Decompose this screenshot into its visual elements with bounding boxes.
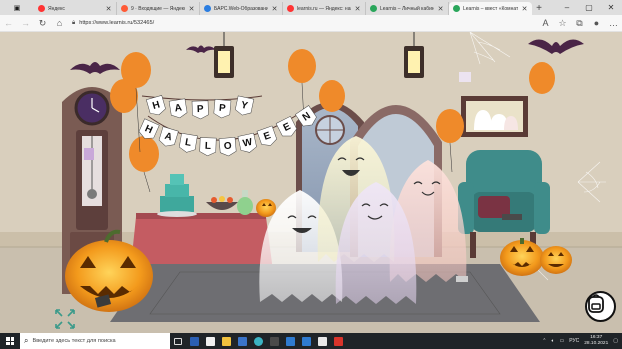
banner-letter: P: [218, 103, 226, 115]
close-tab-icon[interactable]: ✕: [105, 5, 112, 13]
banner-letter: O: [223, 141, 232, 153]
collections-icon[interactable]: ⧉: [571, 15, 588, 32]
task-view-icon[interactable]: [170, 333, 186, 349]
banner-letter: P: [197, 104, 204, 115]
backpack-icon: [588, 294, 604, 313]
system-tray: ⌃ 🔈︎ ▭ РУС 16:37 28.10.2021 ▢: [542, 335, 622, 347]
close-window-button[interactable]: ✕: [600, 0, 622, 15]
address-url[interactable]: https://www.learnis.ru/532465/: [79, 20, 154, 26]
calculator-icon[interactable]: [266, 333, 282, 349]
photos-icon[interactable]: [234, 333, 250, 349]
close-tab-icon[interactable]: ✕: [271, 5, 278, 13]
volume-icon[interactable]: 🔈︎: [551, 338, 554, 344]
new-tab-button[interactable]: +: [532, 2, 546, 15]
tab-favicon-icon: [121, 5, 128, 12]
browser-tab[interactable]: 9 · Входящие — Яндекс.Почта✕: [117, 2, 200, 15]
settings-menu-icon[interactable]: …: [605, 15, 622, 32]
tab-favicon-icon: [38, 5, 45, 12]
store-icon[interactable]: [202, 333, 218, 349]
tab-favicon-icon: [453, 5, 460, 12]
browser-tab[interactable]: Learnis – Личный кабинет ✕: [366, 2, 449, 15]
close-tab-icon[interactable]: ✕: [188, 5, 195, 13]
tab-title: БАРС.Web-Образование: [214, 5, 268, 12]
taskbar-search[interactable]: ⌕ Введите здесь текст для поиска: [20, 333, 170, 349]
close-tab-icon[interactable]: ✕: [521, 5, 528, 13]
tab-favicon-icon: [204, 5, 211, 12]
calendar-icon[interactable]: [298, 333, 314, 349]
tab-title: 9 · Входящие — Яндекс.Почта: [131, 5, 185, 12]
back-icon[interactable]: ←: [0, 15, 17, 32]
browser-tab[interactable]: learnis.ru — Яндекс: нашлось✕: [283, 2, 366, 15]
tab-title: Learnis – Личный кабинет: [380, 5, 434, 12]
inventory-button[interactable]: [585, 291, 616, 322]
edge-browser-icon[interactable]: [250, 333, 266, 349]
clock-date: 28.10.2021: [584, 341, 609, 346]
ghost-picture-frame[interactable]: [461, 96, 528, 137]
browser-tab[interactable]: Яндекс ✕: [34, 2, 117, 15]
search-icon: ⌕: [24, 336, 29, 345]
reload-icon[interactable]: ↻: [34, 15, 51, 32]
tab-list: Яндекс✕9 · Входящие — Яндекс.Почта✕БАРС.…: [34, 2, 532, 15]
home-icon[interactable]: ⌂: [51, 15, 68, 32]
tab-favicon-icon: [370, 5, 377, 12]
tab-title: learnis.ru — Яндекс: нашлось: [297, 5, 351, 12]
tab-title: Learnis – квест «Комната Хэллоуина»: [463, 5, 518, 12]
profile-icon[interactable]: ●: [588, 15, 605, 32]
tab-title: Яндекс: [48, 5, 65, 12]
lock-icon: 🔒︎: [72, 19, 76, 26]
browser-toolbar: ← → ↻ ⌂ 🔒︎ https://www.learnis.ru/532465…: [0, 15, 622, 32]
file-explorer-icon[interactable]: [218, 333, 234, 349]
window-controls: – ▢ ✕: [556, 0, 622, 15]
table-pumpkin[interactable]: [256, 199, 276, 217]
pdf-icon[interactable]: [330, 333, 346, 349]
banner-letter: L: [205, 141, 212, 152]
armchair-book[interactable]: [502, 214, 522, 220]
address-bar[interactable]: 🔒︎ https://www.learnis.ru/532465/: [68, 17, 368, 30]
windows-logo-icon: [6, 337, 14, 345]
network-icon[interactable]: ▭: [560, 338, 565, 344]
maximize-button[interactable]: ▢: [578, 0, 600, 15]
minimize-button[interactable]: –: [556, 0, 578, 15]
language-indicator[interactable]: РУС: [569, 338, 579, 344]
browser-tab-strip: ▣ Яндекс✕9 · Входящие — Яндекс.Почта✕БАР…: [0, 0, 622, 15]
floor-card[interactable]: [456, 276, 468, 282]
start-button[interactable]: [0, 333, 20, 349]
mail-icon[interactable]: [282, 333, 298, 349]
close-tab-icon[interactable]: ✕: [354, 5, 361, 13]
tab-actions: ▣: [0, 0, 34, 15]
halloween-room-illustration: H A P P YHA L L O WEEN: [0, 32, 622, 333]
taskbar-clock[interactable]: 16:37 28.10.2021: [584, 335, 608, 347]
tab-favicon-icon: [287, 5, 294, 12]
toolbar-right: A ☆ ⧉ ● …: [537, 15, 622, 32]
wall-note[interactable]: [459, 72, 471, 82]
read-aloud-icon[interactable]: A: [537, 15, 554, 32]
notifications-icon[interactable]: ▢: [613, 338, 618, 344]
pumpkin-right-small[interactable]: [540, 246, 572, 274]
tab-actions-icon[interactable]: ▣: [14, 4, 21, 12]
browser-tab[interactable]: Learnis – квест «Комната Хэллоуина»✕: [449, 2, 532, 15]
favorites-icon[interactable]: ☆: [554, 15, 571, 32]
word-icon[interactable]: [186, 333, 202, 349]
document-icon[interactable]: [314, 333, 330, 349]
browser-tab[interactable]: БАРС.Web-Образование ✕: [200, 2, 283, 15]
quest-room-scene: HAPPYHALLOWEEN: [0, 32, 622, 333]
forward-icon[interactable]: →: [17, 15, 34, 32]
tray-chevron-icon[interactable]: ⌃: [542, 338, 546, 344]
search-placeholder: Введите здесь текст для поиска: [32, 338, 116, 344]
close-tab-icon[interactable]: ✕: [437, 5, 444, 13]
windows-taskbar: ⌕ Введите здесь текст для поиска ⌃ 🔈︎ ▭ …: [0, 333, 622, 349]
